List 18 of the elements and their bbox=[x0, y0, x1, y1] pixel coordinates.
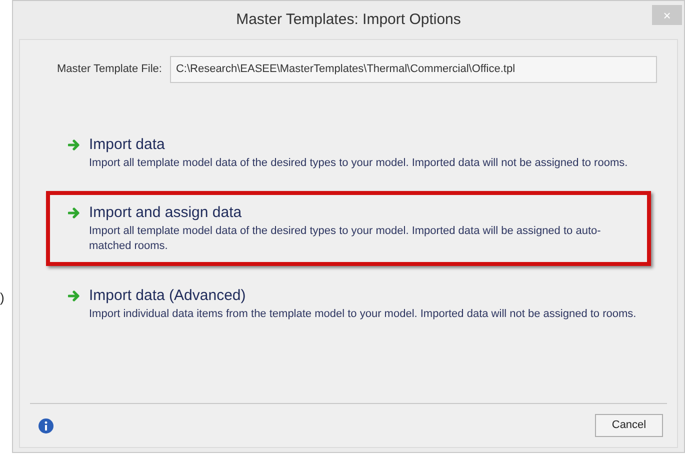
option-title: Import data (Advanced) bbox=[89, 286, 247, 305]
arrow-icon bbox=[68, 290, 81, 302]
field-label: Master Template File: bbox=[57, 62, 162, 78]
stray-text: ) bbox=[0, 289, 6, 307]
info-icon[interactable] bbox=[38, 418, 54, 434]
window-title: Master Templates: Import Options bbox=[236, 11, 461, 28]
import-option[interactable]: Import and assign data Import all template model data of the desired types to your model. Imported data will be assigned to auto-matched rooms. bbox=[46, 191, 651, 266]
option-title: Import data bbox=[89, 135, 166, 154]
import-option[interactable]: Import data (Advanced) Import individual data items from the template model to your model. Imported data will not be assigned to rooms. bbox=[46, 274, 651, 334]
arrow-icon bbox=[68, 207, 81, 219]
option-description: Import all template model data of the desired types to your model. Imported data will not be assigned to rooms. bbox=[89, 156, 628, 171]
option-title: Import and assign data bbox=[89, 203, 243, 222]
option-description: Import all template model data of the desired types to your model. Imported data will be assigned to auto-matched rooms. bbox=[89, 224, 602, 254]
option-description: Import individual data items from the template model to your model. Imported data will not be assigned to rooms. bbox=[89, 307, 636, 322]
cancel-button[interactable]: Cancel bbox=[595, 414, 663, 437]
arrow-icon bbox=[68, 139, 81, 151]
file-path-field[interactable]: C:\Research\EASEE\MasterTemplates\Thermal\Commercial\Office.tpl bbox=[170, 56, 657, 83]
import-option[interactable]: Import data Import all template model data of the desired types to your model. Imported data will not be assigned to rooms. bbox=[46, 123, 651, 183]
